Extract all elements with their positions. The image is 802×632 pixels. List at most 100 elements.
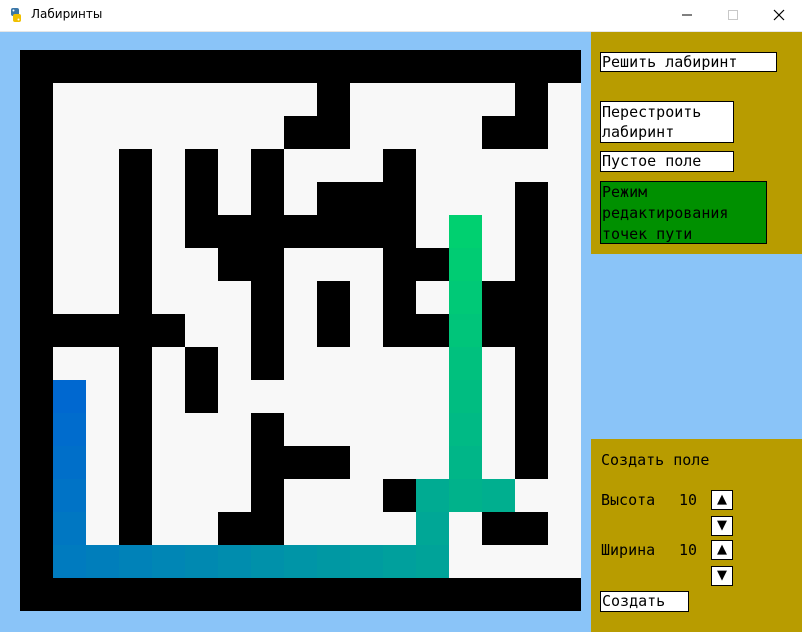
maze-wall-cell[interactable] <box>416 578 449 611</box>
maze-wall-cell[interactable] <box>317 83 350 116</box>
maze-wall-cell[interactable] <box>20 578 53 611</box>
maze-wall-cell[interactable] <box>350 215 383 248</box>
maze-wall-cell[interactable] <box>515 413 548 446</box>
maze-wall-cell[interactable] <box>383 281 416 314</box>
maze-wall-cell[interactable] <box>515 446 548 479</box>
maze-wall-cell[interactable] <box>218 248 251 281</box>
maze-wall-cell[interactable] <box>20 116 53 149</box>
maze-wall-cell[interactable] <box>152 314 185 347</box>
maze-wall-cell[interactable] <box>251 578 284 611</box>
maze-wall-cell[interactable] <box>185 347 218 380</box>
maze-wall-cell[interactable] <box>20 50 53 83</box>
maze-wall-cell[interactable] <box>317 281 350 314</box>
maze-wall-cell[interactable] <box>416 248 449 281</box>
maze-wall-cell[interactable] <box>119 215 152 248</box>
maze-wall-cell[interactable] <box>20 545 53 578</box>
maze-wall-cell[interactable] <box>86 50 119 83</box>
maze-wall-cell[interactable] <box>20 446 53 479</box>
maze-wall-cell[interactable] <box>119 479 152 512</box>
maze-wall-cell[interactable] <box>185 380 218 413</box>
maze-wall-cell[interactable] <box>119 149 152 182</box>
maze-wall-cell[interactable] <box>20 182 53 215</box>
minimize-button[interactable] <box>664 0 710 31</box>
maze-wall-cell[interactable] <box>416 314 449 347</box>
maze-wall-cell[interactable] <box>251 248 284 281</box>
maze-wall-cell[interactable] <box>251 182 284 215</box>
height-decrease-button[interactable]: ▼ <box>711 516 733 536</box>
maze-wall-cell[interactable] <box>515 50 548 83</box>
maze-wall-cell[interactable] <box>383 479 416 512</box>
maximize-button[interactable] <box>710 0 756 31</box>
maze-wall-cell[interactable] <box>317 578 350 611</box>
maze-wall-cell[interactable] <box>515 83 548 116</box>
maze-wall-cell[interactable] <box>284 446 317 479</box>
maze-wall-cell[interactable] <box>383 182 416 215</box>
maze-wall-cell[interactable] <box>449 578 482 611</box>
maze-wall-cell[interactable] <box>251 281 284 314</box>
maze-wall-cell[interactable] <box>53 50 86 83</box>
maze-wall-cell[interactable] <box>317 215 350 248</box>
maze-wall-cell[interactable] <box>119 182 152 215</box>
solve-maze-button[interactable]: Решить лабиринт <box>600 52 777 72</box>
rebuild-maze-button[interactable]: Перестроить лабиринт <box>600 101 734 143</box>
maze-wall-cell[interactable] <box>218 578 251 611</box>
maze-wall-cell[interactable] <box>350 182 383 215</box>
maze-wall-cell[interactable] <box>119 314 152 347</box>
maze-wall-cell[interactable] <box>251 479 284 512</box>
maze-wall-cell[interactable] <box>548 578 581 611</box>
maze-wall-cell[interactable] <box>515 248 548 281</box>
maze-wall-cell[interactable] <box>119 248 152 281</box>
maze-wall-cell[interactable] <box>548 50 581 83</box>
maze-wall-cell[interactable] <box>251 347 284 380</box>
maze-wall-cell[interactable] <box>482 116 515 149</box>
maze-wall-cell[interactable] <box>53 314 86 347</box>
maze-wall-cell[interactable] <box>515 314 548 347</box>
maze-wall-cell[interactable] <box>119 578 152 611</box>
maze-grid[interactable] <box>20 50 581 611</box>
maze-wall-cell[interactable] <box>185 50 218 83</box>
maze-wall-cell[interactable] <box>20 248 53 281</box>
maze-wall-cell[interactable] <box>416 50 449 83</box>
maze-wall-cell[interactable] <box>449 50 482 83</box>
maze-wall-cell[interactable] <box>515 182 548 215</box>
maze-wall-cell[interactable] <box>482 281 515 314</box>
maze-wall-cell[interactable] <box>515 512 548 545</box>
maze-wall-cell[interactable] <box>317 50 350 83</box>
maze-wall-cell[interactable] <box>482 578 515 611</box>
width-decrease-button[interactable]: ▼ <box>711 566 733 586</box>
maze-wall-cell[interactable] <box>251 446 284 479</box>
waypoint-edit-mode-button[interactable]: Режим редактирования точек пути <box>600 181 767 244</box>
maze-wall-cell[interactable] <box>350 578 383 611</box>
maze-wall-cell[interactable] <box>20 380 53 413</box>
maze-wall-cell[interactable] <box>119 380 152 413</box>
maze-wall-cell[interactable] <box>284 50 317 83</box>
width-increase-button[interactable]: ▲ <box>711 540 733 560</box>
maze-wall-cell[interactable] <box>383 149 416 182</box>
maze-wall-cell[interactable] <box>482 512 515 545</box>
maze-wall-cell[interactable] <box>251 50 284 83</box>
maze-wall-cell[interactable] <box>383 578 416 611</box>
maze-wall-cell[interactable] <box>218 50 251 83</box>
maze-wall-cell[interactable] <box>20 83 53 116</box>
maze-wall-cell[interactable] <box>251 149 284 182</box>
maze-wall-cell[interactable] <box>20 149 53 182</box>
maze-wall-cell[interactable] <box>515 116 548 149</box>
maze-wall-cell[interactable] <box>119 281 152 314</box>
maze-wall-cell[interactable] <box>119 446 152 479</box>
maze-wall-cell[interactable] <box>482 50 515 83</box>
close-button[interactable] <box>756 0 802 31</box>
maze-wall-cell[interactable] <box>20 347 53 380</box>
maze-wall-cell[interactable] <box>251 314 284 347</box>
maze-wall-cell[interactable] <box>119 413 152 446</box>
maze-wall-cell[interactable] <box>185 182 218 215</box>
maze-wall-cell[interactable] <box>284 215 317 248</box>
maze-wall-cell[interactable] <box>317 446 350 479</box>
maze-wall-cell[interactable] <box>515 215 548 248</box>
maze-wall-cell[interactable] <box>152 578 185 611</box>
maze-wall-cell[interactable] <box>284 116 317 149</box>
empty-field-button[interactable]: Пустое поле <box>600 151 734 172</box>
maze-wall-cell[interactable] <box>515 281 548 314</box>
maze-wall-cell[interactable] <box>218 512 251 545</box>
maze-wall-cell[interactable] <box>185 215 218 248</box>
maze-wall-cell[interactable] <box>20 314 53 347</box>
